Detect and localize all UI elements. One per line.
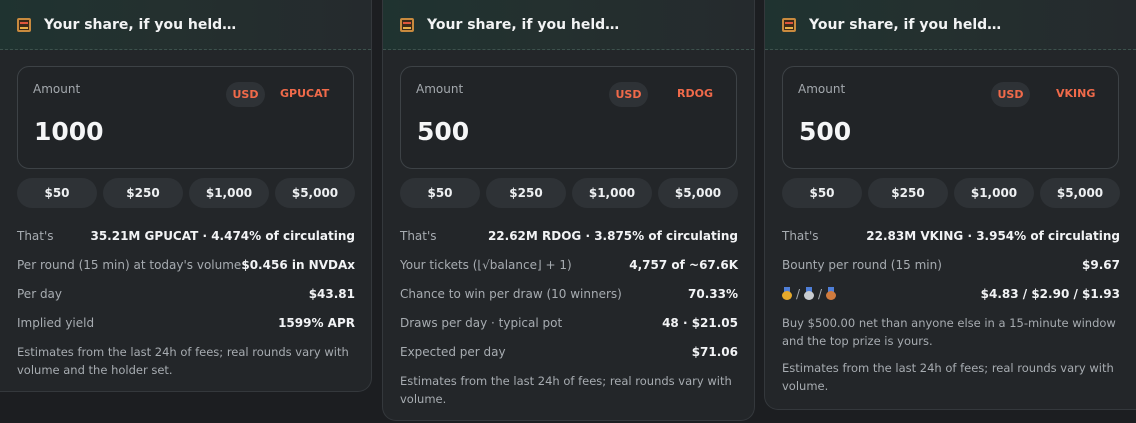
amount-presets: $50 $250 $1,000 $5,000: [17, 178, 355, 208]
currency-usd-toggle[interactable]: USD: [609, 82, 648, 107]
stat-label: Bounty per round (15 min): [782, 257, 942, 272]
amount-label: Amount: [798, 82, 846, 96]
preset-5000-button[interactable]: $5,000: [275, 178, 355, 208]
medal-icons: / /: [782, 287, 837, 301]
amount-presets: $50 $250 $1,000 $5,000: [400, 178, 738, 208]
stat-row: Draws per day · typical pot 48 · $21.05: [400, 308, 738, 337]
stat-value: $4.83 / $2.90 / $1.93: [980, 286, 1120, 301]
estimate-note: Estimates from the last 24h of fees; rea…: [782, 361, 1114, 393]
stat-label: That's: [17, 228, 54, 243]
stat-row: Your tickets (⌊√balance⌋ + 1) 4,757 of ~…: [400, 250, 738, 279]
stat-value: 1599% APR: [278, 315, 355, 330]
stat-value: 70.33%: [688, 286, 738, 301]
preset-1000-button[interactable]: $1,000: [954, 178, 1034, 208]
card-header: Your share, if you held…: [383, 0, 754, 50]
stat-value: $43.81: [308, 286, 355, 301]
preset-50-button[interactable]: $50: [400, 178, 480, 208]
preset-50-button[interactable]: $50: [782, 178, 862, 208]
amount-input-box[interactable]: Amount 500 USD VKING: [782, 66, 1119, 169]
preset-50-button[interactable]: $50: [17, 178, 97, 208]
preset-5000-button[interactable]: $5,000: [1040, 178, 1120, 208]
amount-input[interactable]: 500: [417, 117, 469, 146]
estimate-note: Estimates from the last 24h of fees; rea…: [400, 374, 732, 406]
stat-label: Chance to win per draw (10 winners): [400, 286, 622, 301]
card-title: Your share, if you held…: [427, 16, 620, 33]
stat-row: That's 35.21M GPUCAT · 4.474% of circula…: [17, 221, 355, 250]
card-header: Your share, if you held…: [0, 0, 371, 50]
amount-input[interactable]: 500: [799, 117, 851, 146]
prize-note: Buy $500.00 net than anyone else in a 15…: [782, 316, 1116, 348]
amount-input-box[interactable]: Amount 500 USD RDOG: [400, 66, 737, 169]
amount-label: Amount: [33, 82, 81, 96]
stat-label: Implied yield: [17, 315, 95, 330]
amount-label: Amount: [416, 82, 464, 96]
currency-usd-toggle[interactable]: USD: [991, 82, 1030, 107]
preset-1000-button[interactable]: $1,000: [189, 178, 269, 208]
stats-list: That's 22.62M RDOG · 3.875% of circulati…: [400, 221, 738, 366]
stat-value: 22.62M RDOG · 3.875% of circulating: [487, 228, 738, 243]
card-title: Your share, if you held…: [809, 16, 1002, 33]
stat-row: Chance to win per draw (10 winners) 70.3…: [400, 279, 738, 308]
stat-label: Your tickets (⌊√balance⌋ + 1): [400, 257, 572, 272]
stat-row-medals: / / $4.83 / $2.90 / $1.93: [782, 279, 1120, 308]
stat-label: That's: [400, 228, 437, 243]
amount-input[interactable]: 1000: [34, 117, 104, 146]
amount-input-box[interactable]: Amount 1000 USD GPUCAT: [17, 66, 354, 169]
stat-value: $71.06: [691, 344, 738, 359]
stats-list: That's 22.83M VKING · 3.954% of circulat…: [782, 221, 1120, 308]
gold-medal-icon: [782, 287, 792, 300]
stat-label: Per round (15 min) at today's volume: [17, 257, 242, 272]
currency-token-toggle[interactable]: GPUCAT: [280, 87, 329, 100]
stat-row: Implied yield 1599% APR: [17, 308, 355, 337]
stat-label: Draws per day · typical pot: [400, 315, 563, 330]
share-card-gpucat: Your share, if you held… Amount 1000 USD…: [0, 0, 372, 392]
stat-row: That's 22.62M RDOG · 3.875% of circulati…: [400, 221, 738, 250]
stat-value: 22.83M VKING · 3.954% of circulating: [866, 228, 1120, 243]
silver-medal-icon: [804, 287, 815, 300]
amount-presets: $50 $250 $1,000 $5,000: [782, 178, 1120, 208]
preset-250-button[interactable]: $250: [486, 178, 566, 208]
estimate-note: Estimates from the last 24h of fees; rea…: [17, 345, 349, 377]
stat-row: Bounty per round (15 min) $9.67: [782, 250, 1120, 279]
stat-value: 4,757 of ~67.6K: [629, 257, 738, 272]
bronze-medal-icon: [826, 287, 837, 300]
abacus-icon: [400, 17, 414, 32]
stat-value: $9.67: [1082, 257, 1120, 272]
stat-row: Expected per day $71.06: [400, 337, 738, 366]
stat-row: That's 22.83M VKING · 3.954% of circulat…: [782, 221, 1120, 250]
card-title: Your share, if you held…: [44, 16, 237, 33]
card-header: Your share, if you held…: [765, 0, 1136, 50]
preset-5000-button[interactable]: $5,000: [658, 178, 738, 208]
currency-token-toggle[interactable]: RDOG: [677, 87, 713, 100]
stat-value: 48 · $21.05: [662, 315, 738, 330]
stats-list: That's 35.21M GPUCAT · 4.474% of circula…: [17, 221, 355, 337]
stat-value: $0.456 in NVDAx: [241, 257, 355, 272]
stat-row: Per day $43.81: [17, 279, 355, 308]
preset-250-button[interactable]: $250: [868, 178, 948, 208]
share-card-rdog: Your share, if you held… Amount 500 USD …: [382, 0, 755, 421]
abacus-icon: [782, 17, 796, 32]
stat-row: Per round (15 min) at today's volume $0.…: [17, 250, 355, 279]
stat-label: Expected per day: [400, 344, 506, 359]
share-card-vking: Your share, if you held… Amount 500 USD …: [764, 0, 1136, 410]
preset-1000-button[interactable]: $1,000: [572, 178, 652, 208]
stat-value: 35.21M GPUCAT · 4.474% of circulating: [90, 228, 355, 243]
stat-label: Per day: [17, 286, 63, 301]
stat-label: That's: [782, 228, 819, 243]
currency-token-toggle[interactable]: VKING: [1056, 87, 1095, 100]
abacus-icon: [17, 17, 31, 32]
preset-250-button[interactable]: $250: [103, 178, 183, 208]
currency-usd-toggle[interactable]: USD: [226, 82, 265, 107]
